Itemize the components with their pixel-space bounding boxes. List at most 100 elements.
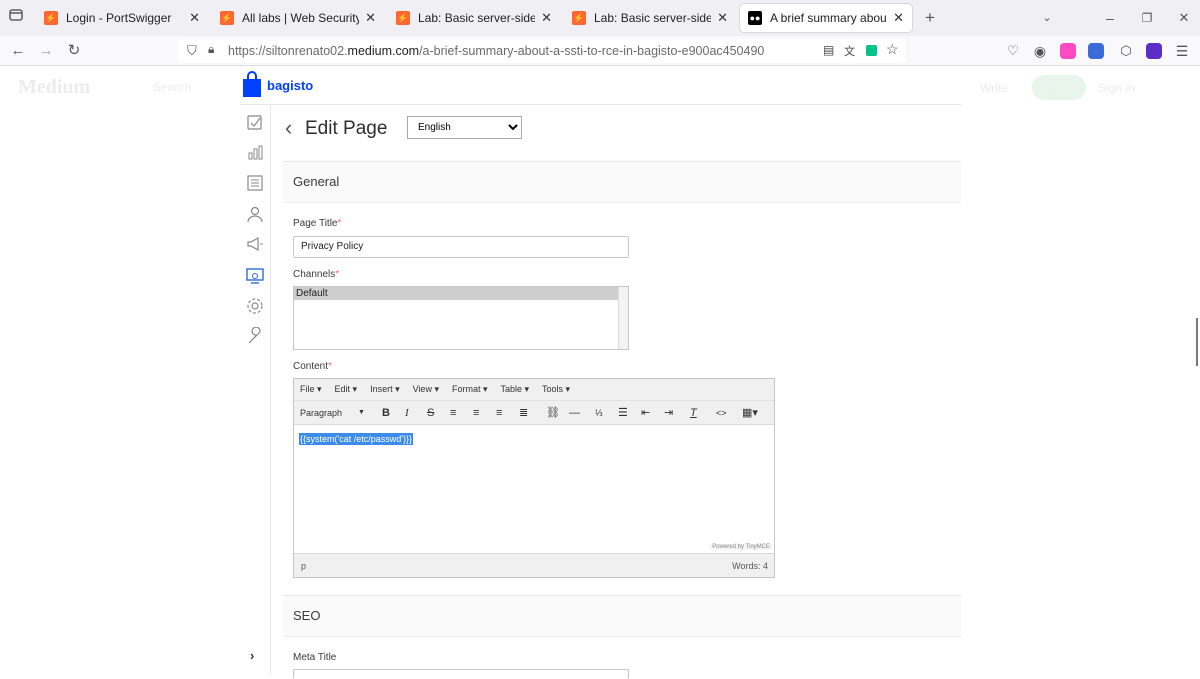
tinymce-editor: File ▾ Edit ▾ Insert ▾ View ▾ Format ▾ T… bbox=[293, 378, 775, 578]
customers-icon[interactable] bbox=[246, 205, 264, 223]
medium-signin[interactable]: Sign in bbox=[1098, 81, 1135, 95]
browser-tab-bar: ⚡ Login - PortSwigger ✕ ⚡ All labs | Web… bbox=[0, 0, 1200, 36]
tab-medium-article[interactable]: ●● A brief summary about a SSTI t ✕ bbox=[740, 4, 912, 32]
tab-title: Login - PortSwigger bbox=[66, 11, 172, 25]
shield-icon[interactable]: ⛉ bbox=[187, 43, 197, 59]
page-scrollbar[interactable] bbox=[1196, 318, 1198, 366]
tinymce-branding[interactable]: Powered by TinyMCE bbox=[710, 544, 772, 550]
reader-view-icon[interactable]: ▤ bbox=[823, 43, 834, 57]
close-icon[interactable]: ✕ bbox=[541, 10, 552, 26]
medium-signup-button[interactable]: Sign up bbox=[1032, 75, 1086, 100]
menu-icon[interactable]: ☰ bbox=[1172, 41, 1192, 61]
seo-section-header[interactable]: SEO bbox=[283, 595, 961, 637]
menu-view[interactable]: View ▾ bbox=[413, 384, 439, 395]
reports-icon[interactable] bbox=[246, 143, 264, 161]
clear-formatting-icon[interactable]: T bbox=[690, 405, 697, 421]
menu-insert[interactable]: Insert ▾ bbox=[370, 384, 400, 395]
bullet-list-icon[interactable]: ☰ bbox=[618, 405, 628, 421]
align-justify-icon[interactable]: ≣ bbox=[519, 405, 528, 421]
close-icon[interactable]: ✕ bbox=[717, 10, 728, 26]
table-icon[interactable]: ▦▾ bbox=[742, 405, 758, 421]
close-icon[interactable]: ✕ bbox=[189, 10, 200, 26]
settings-gear-icon[interactable] bbox=[246, 297, 264, 315]
channels-multiselect[interactable]: Default bbox=[293, 286, 629, 350]
chevron-down-icon[interactable]: ⌄ bbox=[1037, 8, 1057, 28]
strikethrough-icon[interactable]: S bbox=[427, 405, 434, 421]
block-format-select[interactable]: Paragraph bbox=[300, 405, 342, 421]
close-icon[interactable]: ✕ bbox=[893, 10, 904, 26]
menu-tools[interactable]: Tools ▾ bbox=[542, 384, 570, 395]
marketing-megaphone-icon[interactable] bbox=[246, 235, 264, 253]
new-tab-button[interactable]: + bbox=[920, 8, 940, 28]
medium-search[interactable]: Search bbox=[153, 80, 191, 94]
restore-button[interactable]: ❐ bbox=[1137, 8, 1157, 28]
language-select[interactable]: English bbox=[407, 116, 522, 139]
minimize-button[interactable]: – bbox=[1100, 8, 1120, 28]
element-path[interactable]: p bbox=[301, 561, 306, 571]
close-icon[interactable]: ✕ bbox=[365, 10, 376, 26]
tab-all-labs[interactable]: ⚡ All labs | Web Security Academy ✕ bbox=[212, 4, 384, 32]
label-text: Content bbox=[293, 361, 329, 372]
cms-icon[interactable] bbox=[246, 266, 264, 284]
align-center-icon[interactable]: ≡ bbox=[473, 405, 479, 421]
menu-table[interactable]: Table ▾ bbox=[501, 384, 530, 395]
chevron-down-icon[interactable]: ▼ bbox=[358, 405, 365, 421]
admin-sidebar: › bbox=[240, 105, 271, 675]
editor-menubar: File ▾ Edit ▾ Insert ▾ View ▾ Format ▾ T… bbox=[294, 379, 774, 401]
source-code-icon[interactable]: <> bbox=[716, 405, 727, 421]
bold-icon[interactable]: B bbox=[382, 405, 390, 421]
portswigger-icon: ⚡ bbox=[44, 11, 58, 25]
menu-edit[interactable]: Edit ▾ bbox=[335, 384, 358, 395]
meta-title-input[interactable] bbox=[293, 669, 629, 679]
chevron-right-icon[interactable]: › bbox=[250, 648, 254, 663]
tab-portswigger-login[interactable]: ⚡ Login - PortSwigger ✕ bbox=[36, 4, 208, 32]
extensions-puzzle-icon[interactable]: ⬡ bbox=[1116, 41, 1136, 61]
dashboard-icon[interactable] bbox=[246, 113, 264, 131]
edit-page-content: ‹ Edit Page English General Page Title* … bbox=[271, 105, 961, 679]
forward-arrow-icon[interactable]: → bbox=[36, 41, 56, 61]
numbered-list-icon[interactable]: ⅓ bbox=[595, 405, 603, 421]
address-bar[interactable]: ⛉ 🔒︎ https://siltonrenato02.medium.com/a… bbox=[178, 39, 906, 63]
extension-icon[interactable] bbox=[1060, 43, 1076, 59]
pocket-icon[interactable]: ♡ bbox=[1003, 41, 1023, 61]
outdent-icon[interactable]: ⇤ bbox=[641, 405, 650, 421]
channel-option-default[interactable]: Default bbox=[294, 287, 618, 300]
extension-icon[interactable] bbox=[1146, 43, 1162, 59]
tab-lab-2[interactable]: ⚡ Lab: Basic server-side template ✕ bbox=[564, 4, 736, 32]
portswigger-icon: ⚡ bbox=[572, 11, 586, 25]
align-right-icon[interactable]: ≡ bbox=[496, 405, 502, 421]
editor-content-area[interactable]: {{system('cat /etc/passwd')}} bbox=[294, 425, 774, 555]
url-path: /a-brief-summary-about-a-ssti-to-rce-in-… bbox=[419, 44, 765, 58]
align-left-icon[interactable]: ≡ bbox=[450, 405, 456, 421]
italic-icon[interactable]: I bbox=[405, 405, 409, 421]
medium-logo[interactable]: Medium bbox=[18, 76, 90, 99]
tab-title: A brief summary about a SSTI t bbox=[770, 11, 888, 25]
configure-wrench-icon[interactable] bbox=[246, 326, 264, 345]
extension-icon[interactable] bbox=[866, 45, 877, 56]
lock-icon[interactable]: 🔒︎ bbox=[208, 42, 214, 57]
tab-title: Lab: Basic server-side template bbox=[418, 11, 536, 25]
account-icon[interactable]: ◉ bbox=[1030, 41, 1050, 61]
tab-list-icon[interactable] bbox=[6, 8, 26, 28]
link-icon[interactable]: ⛓ bbox=[546, 405, 560, 421]
meta-title-label: Meta Title bbox=[293, 652, 337, 663]
menu-file[interactable]: File ▾ bbox=[300, 384, 322, 395]
bookmark-star-icon[interactable]: ☆ bbox=[886, 41, 899, 58]
window-close-button[interactable]: ✕ bbox=[1174, 8, 1194, 28]
horizontal-rule-icon[interactable]: — bbox=[569, 405, 580, 421]
back-arrow-icon[interactable]: ← bbox=[8, 41, 28, 61]
page-title-input[interactable]: Privacy Policy bbox=[293, 236, 629, 258]
back-chevron-icon[interactable]: ‹ bbox=[285, 115, 292, 141]
label-text: Page Title bbox=[293, 218, 338, 229]
editor-selected-text[interactable]: {{system('cat /etc/passwd')}} bbox=[299, 433, 413, 445]
tab-lab-1[interactable]: ⚡ Lab: Basic server-side template ✕ bbox=[388, 4, 560, 32]
reload-icon[interactable]: ↻ bbox=[64, 41, 84, 61]
general-section-header[interactable]: General bbox=[283, 161, 961, 203]
medium-write[interactable]: Write bbox=[980, 81, 1008, 95]
indent-icon[interactable]: ⇥ bbox=[664, 405, 673, 421]
scrollbar[interactable] bbox=[618, 287, 628, 349]
translate-icon[interactable]: 文 bbox=[844, 43, 855, 59]
catalog-icon[interactable] bbox=[246, 174, 264, 192]
menu-format[interactable]: Format ▾ bbox=[452, 384, 488, 395]
translate-extension-icon[interactable] bbox=[1088, 43, 1104, 59]
